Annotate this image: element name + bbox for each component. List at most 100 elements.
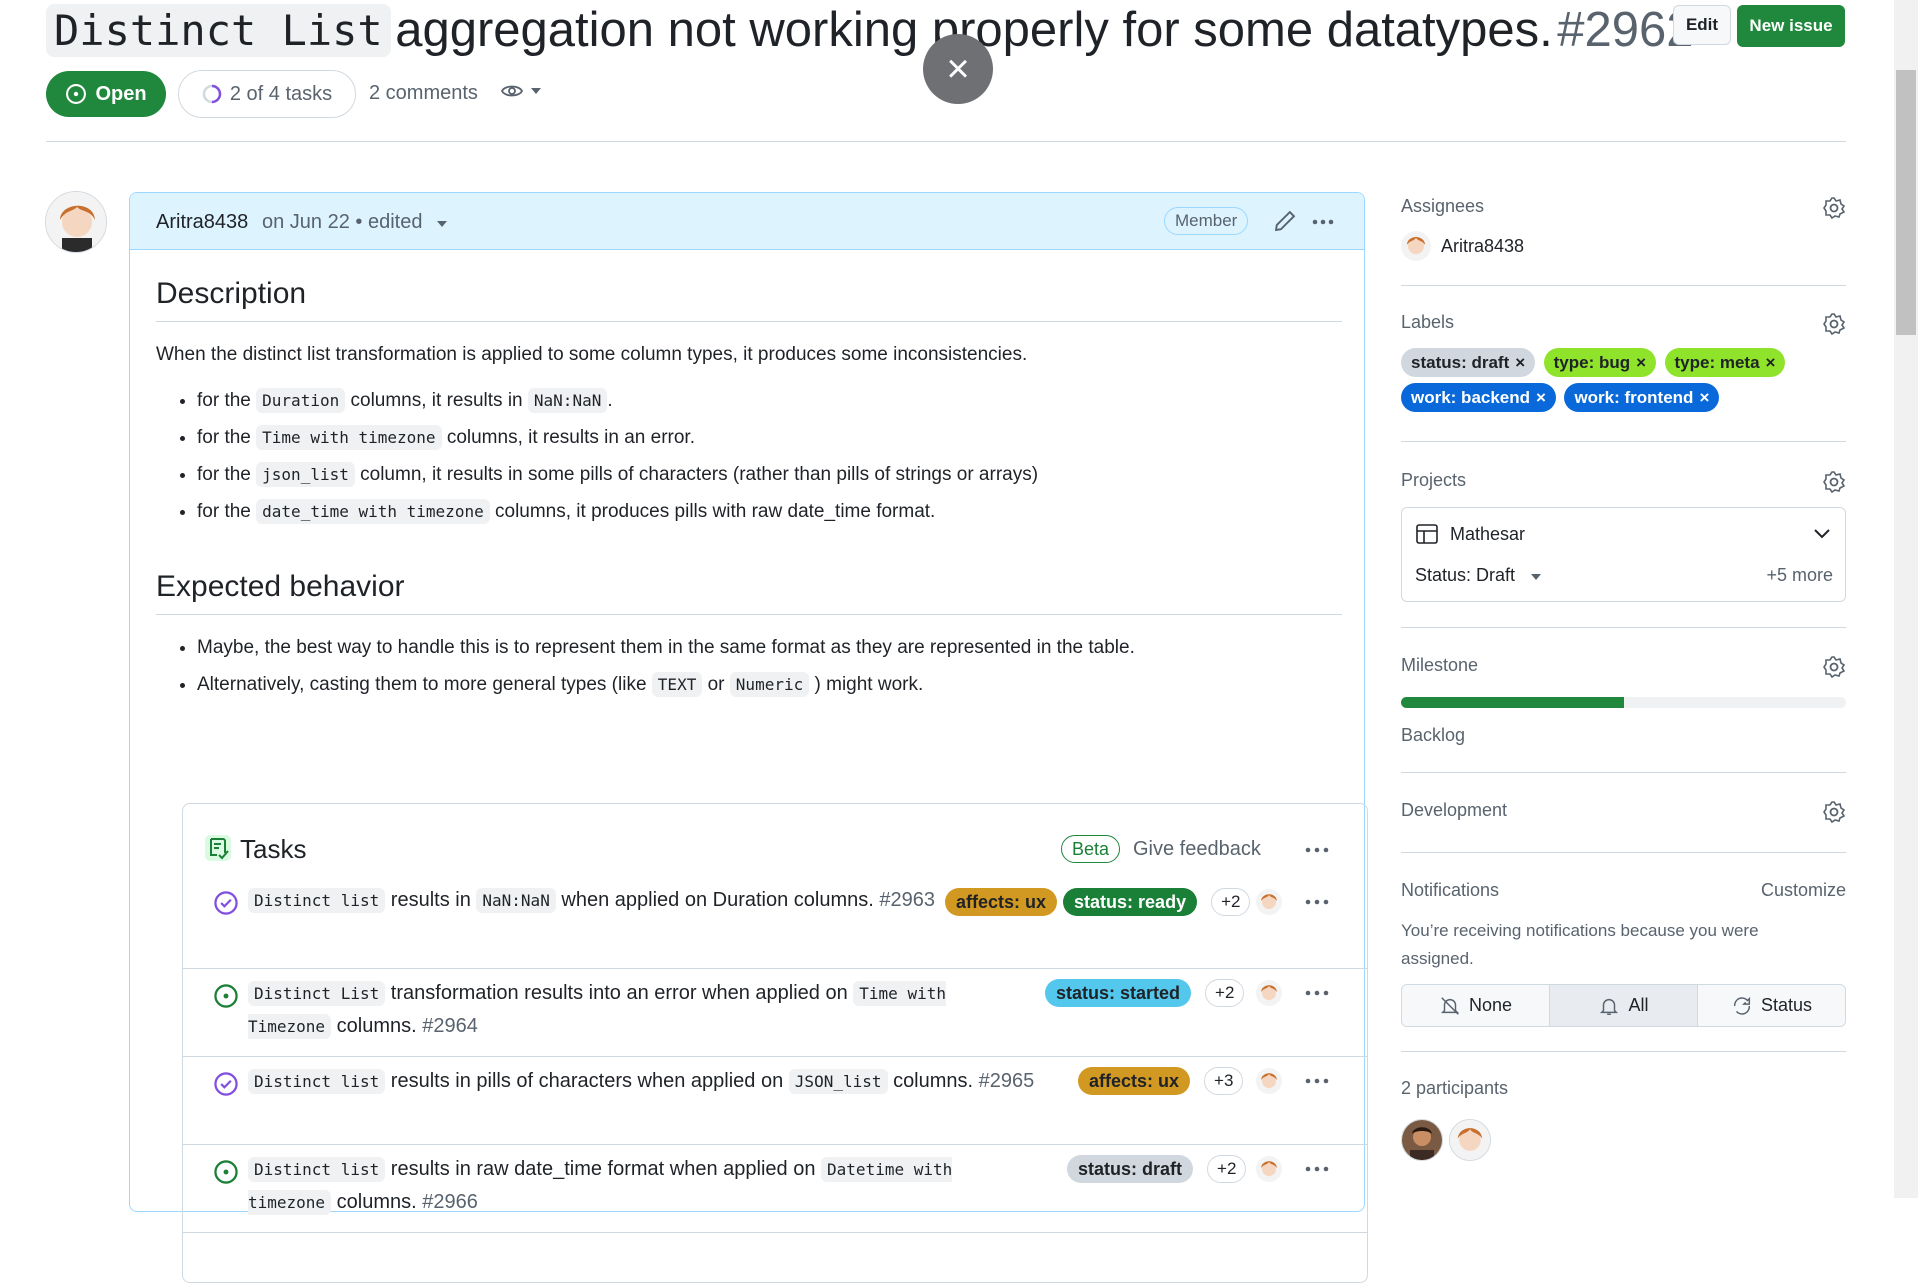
tasks-progress-pill[interactable]: 2 of 4 tasks [178, 70, 356, 118]
caret-down-icon [437, 221, 448, 227]
chevron-down-icon[interactable] [1813, 528, 1831, 540]
comment-author[interactable]: Aritra8438 [156, 211, 248, 234]
project-status[interactable]: Status: Draft [1415, 565, 1542, 586]
more-labels-badge[interactable]: +2 [1211, 888, 1251, 916]
give-feedback-link[interactable]: Give feedback [1133, 838, 1261, 861]
more-labels-badge[interactable]: +2 [1207, 1155, 1247, 1183]
task-title[interactable]: Distinct List transformation results int… [248, 977, 1008, 1043]
member-badge: Member [1164, 207, 1249, 235]
development-section: Development [1401, 800, 1846, 830]
watch-dropdown[interactable] [500, 82, 542, 100]
task-title[interactable]: Distinct list results in raw date_time f… [248, 1153, 1008, 1219]
description-text: When the distinct list transformation is… [156, 344, 1028, 365]
more-labels-badge[interactable]: +3 [1204, 1067, 1244, 1095]
label-badge[interactable]: affects: ux [945, 888, 1058, 916]
beta-badge: Beta [1061, 835, 1121, 863]
kebab-icon[interactable] [1310, 209, 1336, 235]
gear-icon[interactable] [1822, 312, 1846, 336]
progress-ring-icon [202, 84, 222, 104]
task-title[interactable]: Distinct list results in pills of charac… [248, 1065, 1048, 1098]
scrollbar-thumb[interactable] [1896, 70, 1916, 335]
gear-icon[interactable] [1822, 470, 1846, 494]
assignee-entry[interactable]: Aritra8438 [1401, 231, 1524, 261]
more-labels-badge[interactable]: +2 [1205, 979, 1245, 1007]
milestone-progress-fill [1401, 697, 1624, 708]
label-badge[interactable]: status: draft × [1401, 348, 1536, 377]
anime-avatar-icon [46, 192, 106, 252]
anime-avatar-icon [1256, 980, 1282, 1006]
project-card[interactable]: Mathesar Status: Draft +5 more [1401, 507, 1846, 602]
label-badge[interactable]: affects: ux [1078, 1067, 1191, 1095]
kebab-icon[interactable] [1303, 980, 1331, 1006]
avatar[interactable] [1449, 1119, 1491, 1161]
sidebar-divider [1401, 772, 1846, 773]
task-row[interactable]: Distinct List transformation results int… [183, 968, 1367, 1057]
task-row-divider [183, 1232, 1367, 1234]
kebab-icon[interactable] [1303, 1068, 1331, 1094]
notify-status-button[interactable]: Status [1698, 985, 1845, 1026]
task-row[interactable]: Distinct list results in pills of charac… [183, 1056, 1367, 1145]
notify-none-button[interactable]: None [1402, 985, 1550, 1026]
issue-closed-icon [214, 891, 238, 915]
comment-meta-text: on Jun 22 • edited [262, 211, 423, 233]
comments-count[interactable]: 2 comments [369, 82, 478, 105]
labels-list: status: draft × type: bug × type: meta × wo… [1401, 348, 1846, 418]
kebab-icon[interactable] [1303, 889, 1331, 915]
remove-label-icon[interactable]: × [1699, 388, 1709, 408]
kebab-icon[interactable] [1303, 1156, 1331, 1182]
label-badge[interactable]: type: bug × [1543, 348, 1657, 377]
new-issue-button[interactable]: New issue [1737, 5, 1845, 47]
list-item: for the json_list column, it results in … [197, 456, 1342, 493]
milestone-name[interactable]: Backlog [1401, 725, 1465, 746]
task-row[interactable]: Distinct list results in NaN:NaN when ap… [183, 880, 1367, 968]
list-item: for the date_time with timezone columns,… [197, 493, 1342, 530]
task-title[interactable]: Distinct list results in NaN:NaN when ap… [248, 884, 1008, 917]
gear-icon[interactable] [1822, 196, 1846, 220]
close-overlay-button[interactable]: × [923, 34, 993, 104]
assignee-name: Aritra8438 [1441, 235, 1525, 256]
customize-link[interactable]: Customize [1761, 880, 1846, 901]
remove-label-icon[interactable]: × [1636, 353, 1646, 373]
edit-button[interactable]: Edit [1673, 5, 1731, 45]
list-item: for the Duration columns, it results in … [197, 382, 1342, 419]
eye-icon [500, 85, 524, 97]
list-item: Maybe, the best way to handle this is to… [197, 629, 1342, 666]
label-badge[interactable]: status: ready [1063, 888, 1198, 916]
tasklist-icon [205, 835, 231, 861]
title-code: Distinct List [46, 3, 391, 57]
label-badge[interactable]: status: started [1045, 979, 1192, 1007]
label-badge[interactable]: type: meta × [1664, 348, 1786, 377]
comment-body: Description When the distinct list trans… [156, 249, 1368, 1283]
sidebar-divider [1401, 1051, 1846, 1052]
remove-label-icon[interactable]: × [1766, 353, 1776, 373]
comment-header: Aritra8438 on Jun 22 • edited Member [130, 193, 1364, 250]
remove-label-icon[interactable]: × [1515, 353, 1525, 373]
comment-meta[interactable]: on Jun 22 • edited [262, 211, 448, 234]
task-labels: affects: ux status: ready +2 [945, 888, 1251, 916]
development-heading: Development [1401, 800, 1508, 820]
task-row[interactable]: Distinct list results in raw date_time f… [183, 1144, 1367, 1233]
gear-icon[interactable] [1822, 800, 1846, 824]
anime-avatar-icon [1256, 889, 1282, 915]
project-more-link[interactable]: +5 more [1766, 565, 1833, 586]
project-name: Mathesar [1450, 524, 1526, 544]
notify-all-button[interactable]: All [1550, 985, 1698, 1026]
milestone-heading: Milestone [1401, 655, 1479, 675]
pencil-icon[interactable] [1274, 210, 1296, 232]
label-badge[interactable]: work: backend × [1401, 383, 1556, 412]
expected-heading: Expected behavior [156, 530, 1342, 615]
label-badge[interactable]: status: draft [1067, 1155, 1194, 1183]
label-badge[interactable]: work: frontend × [1564, 383, 1720, 412]
issue-closed-icon [214, 1072, 238, 1096]
avatar[interactable] [1401, 1119, 1443, 1161]
description-heading: Description [156, 249, 1342, 322]
tasklist-card: Tasks Beta Give feedback Distinct list r… [182, 803, 1368, 1283]
author-avatar[interactable] [45, 191, 107, 253]
anime-avatar-icon [1256, 1068, 1282, 1094]
gear-icon[interactable] [1822, 655, 1846, 679]
tasks-progress-label: 2 of 4 tasks [229, 82, 333, 105]
kebab-icon[interactable] [1303, 837, 1331, 863]
milestone-progress-bar [1401, 697, 1846, 708]
remove-label-icon[interactable]: × [1536, 388, 1546, 408]
avatar [1401, 231, 1431, 261]
